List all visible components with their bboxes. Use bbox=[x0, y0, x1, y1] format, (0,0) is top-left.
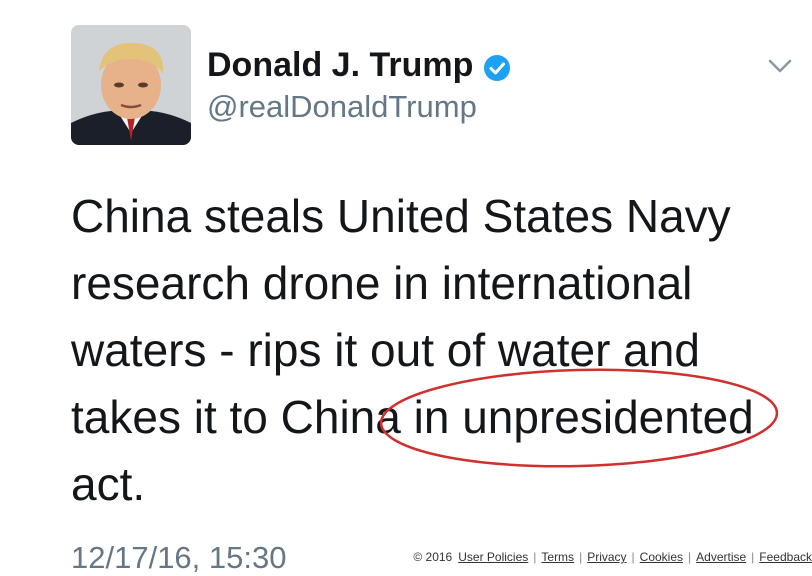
footer-separator: | bbox=[533, 550, 537, 564]
footer-separator: | bbox=[751, 550, 755, 564]
footer-link-advertise[interactable]: Advertise bbox=[696, 548, 746, 566]
footer-separator: | bbox=[688, 550, 692, 564]
tweet-line: waters - rips it out of water and bbox=[71, 324, 700, 376]
tweet-line: research drone in international bbox=[71, 257, 693, 309]
avatar[interactable] bbox=[71, 25, 191, 145]
tweet-text: China steals United States Navy research… bbox=[71, 183, 771, 518]
chevron-down-icon[interactable] bbox=[767, 56, 793, 76]
display-name[interactable]: Donald J. Trump bbox=[207, 45, 511, 85]
tweet-line: act. bbox=[71, 458, 146, 510]
footer-link-terms[interactable]: Terms bbox=[541, 548, 574, 566]
verified-badge-icon bbox=[483, 51, 511, 81]
footer-link-cookies[interactable]: Cookies bbox=[640, 548, 683, 566]
tweet-line: China steals United States Navy bbox=[71, 190, 731, 242]
profile-photo bbox=[71, 25, 191, 145]
copyright-text: © 2016 bbox=[413, 550, 453, 564]
footer-link-user-policies[interactable]: User Policies bbox=[458, 548, 528, 566]
page-footer: © 2016 User Policies | Terms | Privacy |… bbox=[405, 548, 812, 566]
footer-separator: | bbox=[579, 550, 583, 564]
footer-link-feedback[interactable]: Feedback bbox=[759, 548, 812, 566]
user-handle[interactable]: @realDonaldTrump bbox=[207, 89, 477, 125]
footer-link-privacy[interactable]: Privacy bbox=[587, 548, 626, 566]
footer-separator: | bbox=[631, 550, 635, 564]
tweet-timestamp[interactable]: 12/17/16, 15:30 bbox=[71, 540, 286, 576]
tweet-line: takes it to China in unpresidented bbox=[71, 391, 754, 443]
display-name-text[interactable]: Donald J. Trump bbox=[207, 45, 473, 85]
